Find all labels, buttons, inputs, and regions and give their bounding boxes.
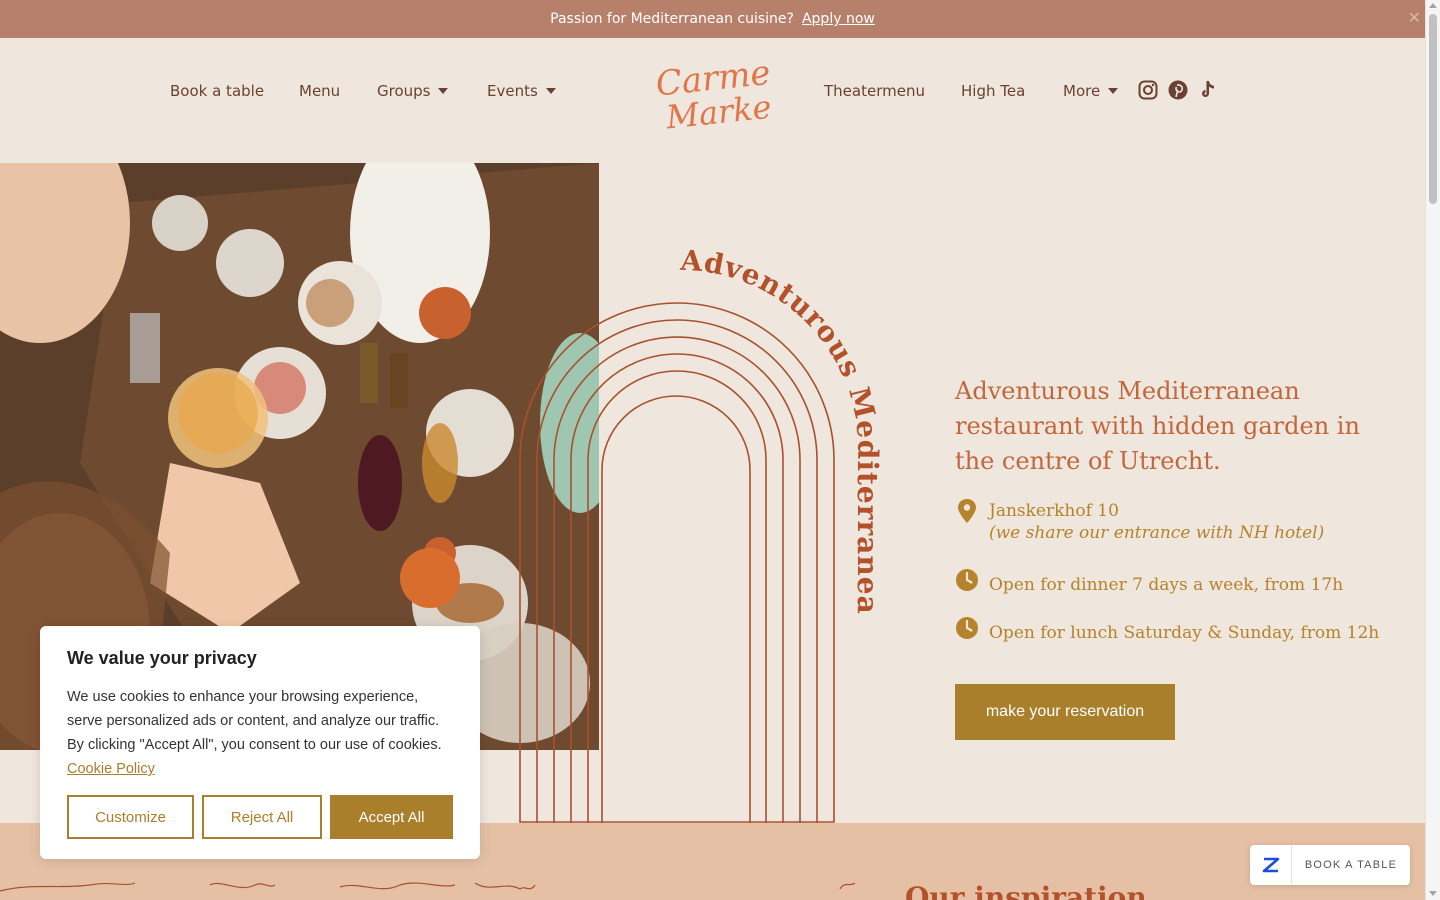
- tiktok-icon[interactable]: [1198, 80, 1218, 100]
- close-icon[interactable]: ✕: [1408, 8, 1421, 27]
- zenchef-icon: [1250, 845, 1292, 885]
- address-row: Janskerkhof 10 (we share our entrance wi…: [955, 498, 1324, 544]
- svg-text:Adventurous Mediterranean: Adventurous Mediterranean: [500, 240, 880, 615]
- clock-icon: [956, 569, 978, 591]
- book-a-table-widget[interactable]: BOOK A TABLE: [1250, 845, 1410, 885]
- location-pin-icon: [958, 499, 976, 523]
- nav-groups[interactable]: Groups: [377, 82, 449, 100]
- scrollbar-thumb[interactable]: [1429, 14, 1437, 204]
- address-text: Janskerkhof 10: [989, 501, 1119, 521]
- cookie-consent-banner: We value your privacy We use cookies to …: [40, 626, 480, 859]
- page-scrollbar[interactable]: [1425, 0, 1440, 900]
- arch-decoration: Adventurous Mediterranean: [500, 240, 880, 900]
- address-note: (we share our entrance with NH hotel): [989, 523, 1325, 543]
- announcement-text: Passion for Mediterranean cuisine?: [550, 11, 794, 27]
- nav-high-tea[interactable]: High Tea: [961, 82, 1025, 100]
- cookie-policy-link[interactable]: Cookie Policy: [67, 761, 155, 777]
- site-header: Book a table Menu Groups Events Carmel M…: [0, 38, 1425, 163]
- lunch-hours-row: Open for lunch Saturday & Sunday, from 1…: [955, 615, 1379, 651]
- nav-menu[interactable]: Menu: [299, 82, 340, 100]
- cookie-body-text: We use cookies to enhance your browsing …: [67, 689, 442, 753]
- apply-now-link[interactable]: Apply now: [802, 11, 875, 27]
- nav-book-a-table[interactable]: Book a table: [170, 82, 264, 100]
- clock-icon: [956, 617, 978, 639]
- caret-down-icon: [438, 88, 449, 94]
- scroll-up-icon[interactable]: [1429, 3, 1437, 8]
- nav-label: Theatermenu: [824, 82, 925, 100]
- book-a-table-label: BOOK A TABLE: [1304, 859, 1398, 871]
- announcement-bar: Passion for Mediterranean cuisine? Apply…: [0, 0, 1425, 38]
- make-reservation-button[interactable]: make your reservation: [955, 684, 1175, 740]
- caret-down-icon: [545, 88, 556, 94]
- customize-button[interactable]: Customize: [67, 795, 194, 839]
- nav-more[interactable]: More: [1063, 82, 1119, 100]
- caret-down-icon: [1108, 88, 1119, 94]
- instagram-icon[interactable]: [1138, 80, 1158, 100]
- pinterest-icon[interactable]: [1168, 80, 1188, 100]
- nav-label: Book a table: [170, 82, 265, 100]
- cookie-title: We value your privacy: [67, 648, 257, 668]
- lunch-hours-text: Open for lunch Saturday & Sunday, from 1…: [989, 623, 1380, 643]
- dinner-hours-row: Open for dinner 7 days a week, from 17h: [955, 567, 1343, 603]
- inspiration-heading: Our inspiration: [905, 881, 1147, 900]
- nav-label: High Tea: [961, 82, 1026, 100]
- hero-headline: Adventurous Mediterranean restaurant wit…: [955, 377, 1360, 475]
- accept-all-button[interactable]: Accept All: [330, 795, 453, 839]
- nav-label: More: [1063, 82, 1101, 100]
- arch-text: Adventurous Mediterranean: [500, 240, 880, 615]
- nav-label: Menu: [299, 82, 341, 100]
- scroll-down-icon[interactable]: [1429, 891, 1437, 896]
- nav-events[interactable]: Events: [487, 82, 556, 100]
- cookie-body: We use cookies to enhance your browsing …: [67, 685, 453, 781]
- nav-label: Events: [487, 82, 538, 100]
- dinner-hours-text: Open for dinner 7 days a week, from 17h: [989, 575, 1344, 595]
- nav-label: Groups: [377, 82, 431, 100]
- carmel-market-logo[interactable]: Carmel Market: [650, 52, 770, 134]
- cookie-buttons: Customize Reject All Accept All: [67, 795, 453, 839]
- reject-all-button[interactable]: Reject All: [202, 795, 322, 839]
- nav-theatermenu[interactable]: Theatermenu: [824, 82, 925, 100]
